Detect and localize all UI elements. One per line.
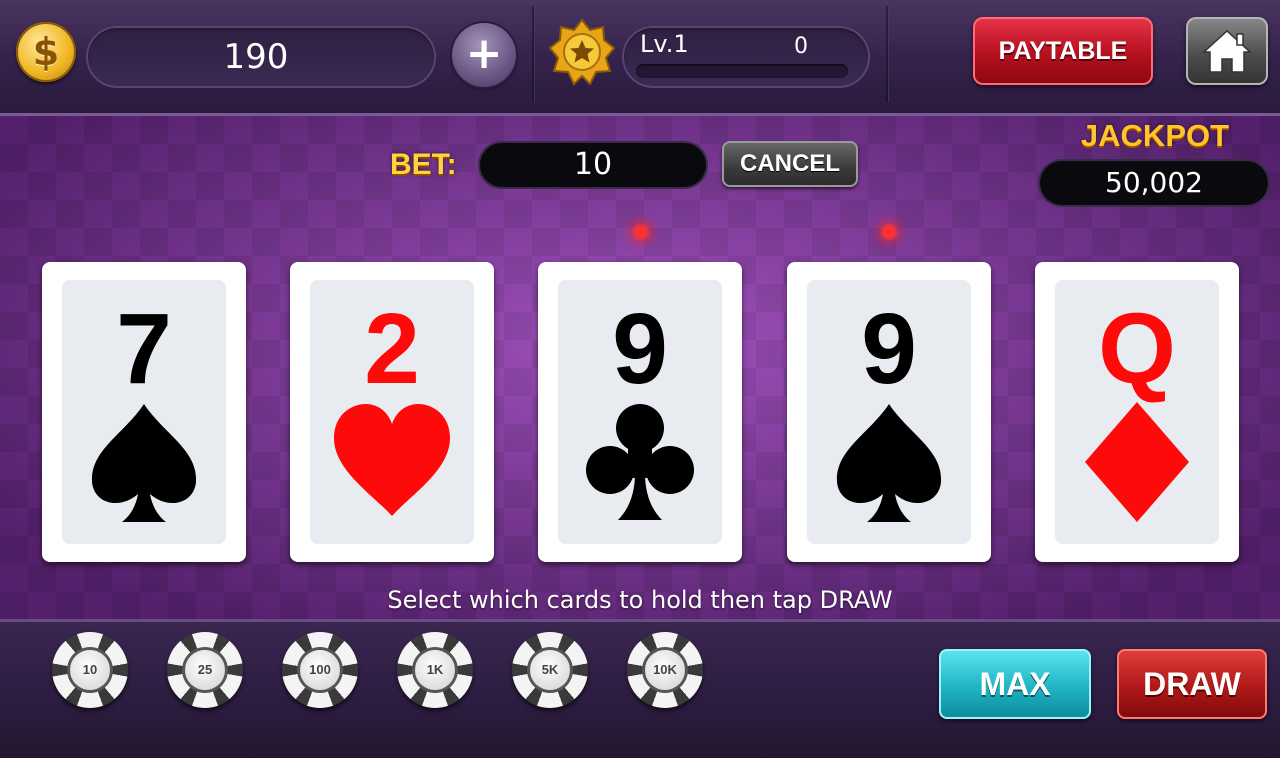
add-coins-button[interactable]: + <box>452 23 516 87</box>
card-5[interactable]: Q <box>1035 262 1239 562</box>
card-face: 2 <box>310 280 474 544</box>
chip-1k[interactable]: 1K <box>397 632 473 708</box>
card-face: 9 <box>558 280 722 544</box>
chip-25[interactable]: 25 <box>167 632 243 708</box>
chip-10k[interactable]: 10K <box>627 632 703 708</box>
coin-symbol: $ <box>32 30 60 74</box>
card-rank: 2 <box>364 293 420 405</box>
chip-label: 10K <box>645 650 685 690</box>
home-button[interactable] <box>1186 17 1268 85</box>
chip-label: 5K <box>530 650 570 690</box>
coins-balance: 190 <box>223 37 289 77</box>
bet-value: 10 <box>480 143 706 187</box>
divider <box>532 6 535 102</box>
level-label: Lv.1 <box>640 30 689 58</box>
card-face: 7 <box>62 280 226 544</box>
club-icon <box>586 404 694 520</box>
jackpot-value: 50,002 <box>1040 161 1268 205</box>
card-face: Q <box>1055 280 1219 544</box>
divider <box>886 6 889 102</box>
hold-indicator-3 <box>631 222 651 242</box>
heart-icon <box>334 404 450 516</box>
level-progress-bar <box>636 64 848 78</box>
cancel-button[interactable]: CANCEL <box>722 141 858 187</box>
card-rank: Q <box>1098 293 1176 405</box>
card-1[interactable]: 7 <box>42 262 246 562</box>
spade-icon <box>91 404 197 522</box>
hold-indicator-4 <box>879 222 899 242</box>
home-icon <box>1202 29 1252 73</box>
card-rank: 7 <box>116 293 172 405</box>
chip-5k[interactable]: 5K <box>512 632 588 708</box>
card-4[interactable]: 9 <box>787 262 991 562</box>
coin-icon: $ <box>16 22 76 82</box>
chip-10[interactable]: 10 <box>52 632 128 708</box>
chip-label: 25 <box>185 650 225 690</box>
chip-label: 10 <box>70 650 110 690</box>
card-3[interactable]: 9 <box>538 262 742 562</box>
chip-100[interactable]: 100 <box>282 632 358 708</box>
card-face: 9 <box>807 280 971 544</box>
level-star-icon <box>548 18 616 86</box>
chip-label: 1K <box>415 650 455 690</box>
spade-icon <box>836 404 942 522</box>
instruction-text: Select which cards to hold then tap DRAW <box>387 586 893 614</box>
draw-button[interactable]: DRAW <box>1117 649 1267 719</box>
card-2[interactable]: 2 <box>290 262 494 562</box>
card-rank: 9 <box>861 293 917 405</box>
chip-label: 100 <box>300 650 340 690</box>
diamond-icon <box>1085 402 1189 522</box>
level-xp: 0 <box>794 34 808 59</box>
max-bet-button[interactable]: MAX <box>939 649 1091 719</box>
paytable-button[interactable]: PAYTABLE <box>973 17 1153 85</box>
card-rank: 9 <box>612 293 668 405</box>
jackpot-label: JACKPOT <box>1080 118 1230 153</box>
bet-label: BET: <box>390 148 457 181</box>
